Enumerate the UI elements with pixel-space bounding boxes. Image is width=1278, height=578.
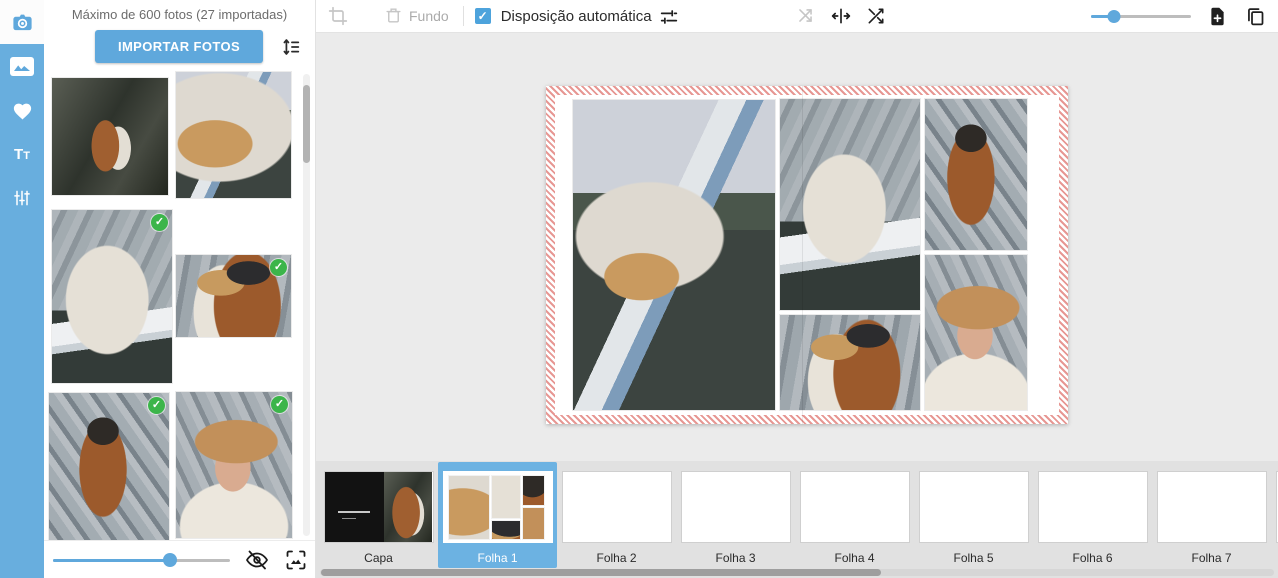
split-horizontal-icon[interactable] — [831, 6, 851, 26]
page-tile-label: Folha 1 — [477, 551, 517, 565]
page-fold-line — [802, 86, 803, 424]
image-icon — [10, 57, 34, 76]
canvas-zoom-slider[interactable] — [1091, 8, 1191, 24]
crop-icon[interactable] — [328, 6, 348, 26]
page-thumb-empty — [562, 471, 672, 543]
photo-thumb-man-leaning-marble-wall[interactable]: ✓ — [49, 393, 169, 540]
app-logo-corner — [0, 0, 44, 44]
spread-photo-woman-sitting-on-boat-bow[interactable] — [780, 99, 920, 310]
photo-used-check-icon: ✓ — [270, 259, 287, 276]
spread-photo-man-leaning-marble-wall[interactable] — [925, 99, 1027, 250]
page-tile-label: Folha 2 — [596, 551, 636, 565]
page-thumb-collage — [443, 471, 553, 543]
photo-thumb-couple-by-rocks-railing[interactable] — [52, 78, 168, 195]
filmstrip-scrollbar-thumb[interactable] — [321, 569, 881, 576]
cover-subtitle-line — [342, 518, 356, 519]
shuffle-icon[interactable] — [866, 6, 886, 26]
photo-thumb-woman-sitting-on-boat-bow[interactable]: ✓ — [52, 210, 172, 383]
slider-knob[interactable] — [1107, 10, 1120, 23]
photo-used-check-icon: ✓ — [151, 214, 168, 231]
page-thumb-empty — [681, 471, 791, 543]
import-photos-button[interactable]: IMPORTAR FOTOS — [95, 30, 263, 63]
fit-image-icon[interactable] — [283, 546, 309, 573]
rail-item-settings[interactable] — [0, 176, 44, 220]
photo-panel-footer — [44, 540, 315, 578]
page-thumb-empty — [800, 471, 910, 543]
thumbnail-size-slider[interactable] — [53, 552, 230, 568]
page-thumb-empty — [1038, 471, 1148, 543]
page-tile-folha-3[interactable]: Folha 3 — [676, 462, 795, 568]
sort-icon[interactable] — [280, 36, 302, 58]
sliders-icon — [12, 188, 32, 208]
background-label: Fundo — [409, 8, 449, 24]
photo-panel: Máximo de 600 fotos (27 importadas) IMPO… — [44, 0, 315, 578]
photo-count-text: Máximo de 600 fotos (27 importadas) — [44, 0, 315, 22]
photo-thumb-woman-portrait-tan-hat[interactable]: ✓ — [176, 392, 292, 538]
slider-fill — [53, 559, 170, 562]
page-tile-label: Folha 3 — [715, 551, 755, 565]
background-button[interactable]: Fundo — [384, 6, 449, 26]
page-tile-label: Folha 7 — [1191, 551, 1231, 565]
camera-icon — [11, 11, 34, 34]
page-tile-label: Folha 5 — [953, 551, 993, 565]
trash-icon — [384, 6, 404, 26]
page-filmstrip: Capa Folha 1 Folha 2 — [316, 461, 1278, 578]
spread-photo-woman-on-boat-reaching-water[interactable] — [573, 100, 775, 410]
photobook-editor: TT Máximo de 600 fotos (27 importadas) I… — [0, 0, 1278, 578]
page-tiles: Capa Folha 1 Folha 2 — [319, 462, 1278, 568]
auto-layout-checkbox[interactable]: ✓ — [475, 8, 491, 24]
photo-thumbnail-list: ✓ ✓ ✓ ✓ — [44, 64, 315, 540]
page-tile-folha-4[interactable]: Folha 4 — [795, 462, 914, 568]
tune-icon[interactable] — [658, 6, 680, 26]
cover-title-line — [338, 511, 370, 513]
eye-off-icon[interactable] — [243, 546, 269, 573]
swap-icon[interactable] — [796, 6, 816, 26]
page-thumb-empty — [919, 471, 1029, 543]
spread-page — [555, 95, 1059, 415]
page-tile-folha-6[interactable]: Folha 6 — [1033, 462, 1152, 568]
page-tile-partial[interactable] — [1271, 462, 1278, 568]
cover-front — [325, 472, 384, 542]
page-tile-folha-5[interactable]: Folha 5 — [914, 462, 1033, 568]
slider-knob[interactable] — [163, 553, 177, 567]
cover-photo — [384, 472, 433, 542]
photo-used-check-icon: ✓ — [271, 396, 288, 413]
book-spread — [546, 86, 1068, 424]
filmstrip-scrollbar-track — [320, 569, 1274, 576]
page-tile-folha-7[interactable]: Folha 7 — [1152, 462, 1271, 568]
canvas — [316, 33, 1278, 461]
duplicate-icon[interactable] — [1245, 6, 1266, 26]
spread-photo-woman-portrait-tan-hat[interactable] — [925, 255, 1027, 410]
rail-item-photos[interactable] — [0, 44, 44, 88]
page-tile-label: Capa — [364, 551, 393, 565]
toolbar-divider — [463, 6, 464, 26]
photo-thumb-woman-on-boat-reaching-water[interactable] — [176, 72, 291, 198]
rail-item-favorites[interactable] — [0, 88, 44, 132]
add-page-icon[interactable] — [1207, 6, 1228, 26]
page-thumb-cover — [324, 471, 434, 543]
heart-icon — [12, 101, 33, 120]
page-tile-folha-1[interactable]: Folha 1 — [438, 462, 557, 568]
spread-photo-couple-standing-marble[interactable] — [780, 315, 920, 410]
photo-thumb-couple-standing-marble[interactable]: ✓ — [176, 255, 291, 337]
page-thumb-empty — [1157, 471, 1267, 543]
auto-layout-label: Disposição automática — [501, 8, 652, 25]
page-tile-label: Folha 4 — [834, 551, 874, 565]
text-icon: TT — [14, 146, 30, 163]
tool-rail: TT — [0, 44, 44, 578]
photo-used-check-icon: ✓ — [148, 397, 165, 414]
page-tile-label: Folha 6 — [1072, 551, 1112, 565]
editor-main: Fundo ✓ Disposição automática — [315, 0, 1278, 578]
page-tile-folha-2[interactable]: Folha 2 — [557, 462, 676, 568]
page-tile-capa[interactable]: Capa — [319, 462, 438, 568]
editor-toolbar: Fundo ✓ Disposição automática — [316, 0, 1278, 33]
rail-item-text[interactable]: TT — [0, 132, 44, 176]
panel-scrollbar-thumb[interactable] — [303, 85, 310, 163]
